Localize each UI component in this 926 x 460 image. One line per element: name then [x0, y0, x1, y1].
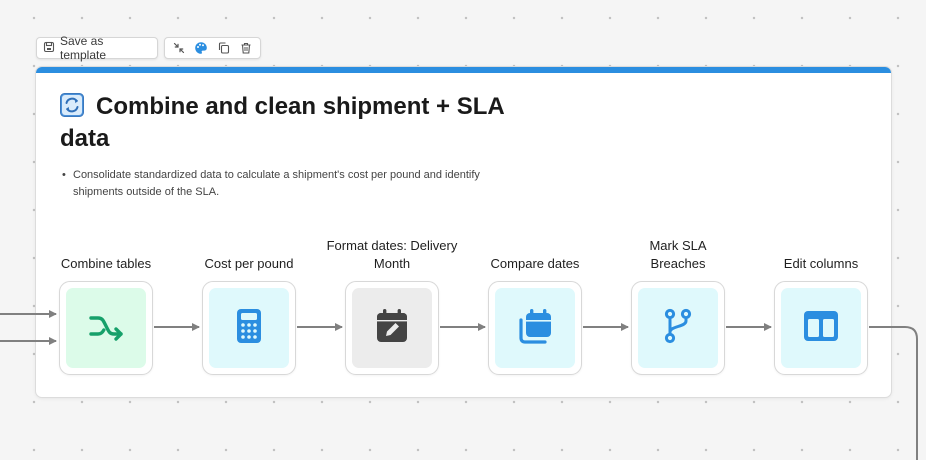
step-connectors: [0, 310, 918, 460]
outgoing-connector: [869, 326, 918, 460]
